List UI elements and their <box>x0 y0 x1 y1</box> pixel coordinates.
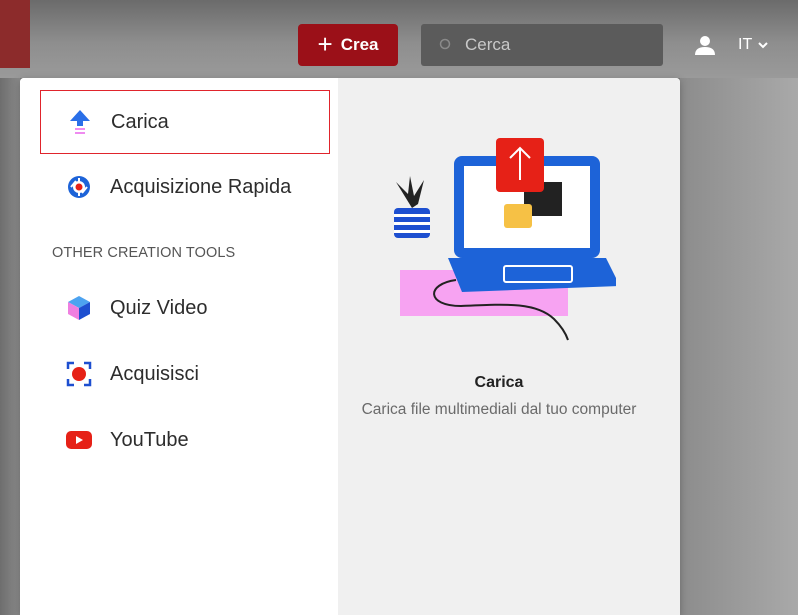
menu-item-label: Quiz Video <box>110 296 208 319</box>
plus-icon: + <box>317 28 333 59</box>
menu-item-acquisizione-rapida[interactable]: Acquisizione Rapida <box>40 155 330 219</box>
section-title-other-tools: OTHER CREATION TOOLS <box>52 245 236 261</box>
cube-icon <box>66 295 92 321</box>
chevron-down-icon <box>758 41 768 48</box>
background-left <box>0 78 20 615</box>
youtube-icon <box>66 427 92 453</box>
create-menu: Carica Acquisizione Rapida OTHER CREATIO… <box>20 78 338 615</box>
menu-item-label: YouTube <box>110 428 189 451</box>
brand-strip <box>0 0 30 68</box>
upload-arrow-icon <box>67 109 93 135</box>
search-icon <box>439 38 451 50</box>
top-bar: + Crea IT <box>0 0 798 78</box>
menu-item-acquisisci[interactable]: Acquisisci <box>40 342 330 406</box>
preview-panel: Carica Carica file multimediali dal tuo … <box>338 78 680 615</box>
laptop-upload-illustration <box>394 138 616 341</box>
language-selector[interactable]: IT <box>738 36 768 54</box>
create-button-label: Crea <box>340 35 379 54</box>
menu-item-label: Acquisisci <box>110 362 199 385</box>
menu-item-youtube[interactable]: YouTube <box>40 408 330 472</box>
menu-item-label: Acquisizione Rapida <box>110 175 292 198</box>
background-right <box>680 78 798 615</box>
language-label: IT <box>738 36 753 53</box>
preview-description: Carica file multimediali dal tuo compute… <box>361 401 637 418</box>
search-box[interactable] <box>421 24 663 66</box>
record-icon <box>66 361 92 387</box>
preview-title: Carica <box>474 374 524 391</box>
menu-item-carica[interactable]: Carica <box>40 90 330 154</box>
menu-item-label: Carica <box>111 110 169 133</box>
create-dropdown: Carica Acquisizione Rapida OTHER CREATIO… <box>20 78 680 615</box>
menu-item-quiz-video[interactable]: Quiz Video <box>40 276 330 340</box>
user-icon[interactable] <box>694 34 716 56</box>
create-button[interactable]: + Crea <box>298 24 398 66</box>
search-input[interactable] <box>463 34 657 56</box>
quick-capture-icon <box>66 174 92 200</box>
